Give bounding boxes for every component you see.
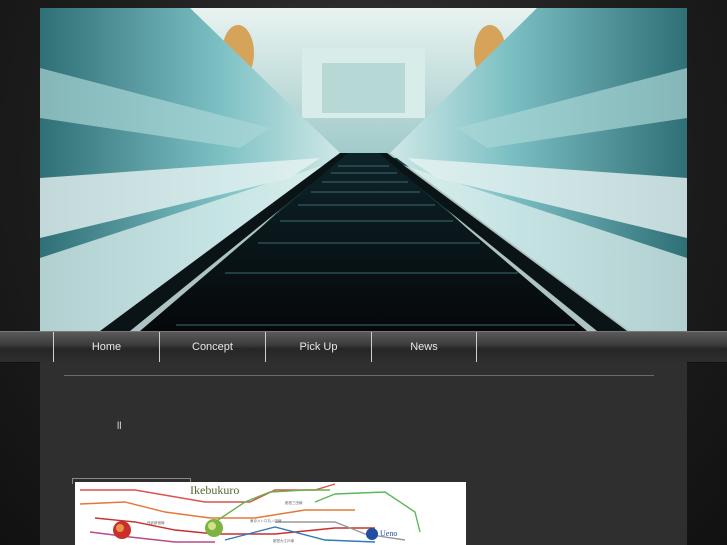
map-label-side: Ueno <box>380 529 398 538</box>
svg-text:東京メトロ丸ノ内線: 東京メトロ丸ノ内線 <box>250 518 282 523</box>
nav-item-concept[interactable]: Concept <box>159 332 265 362</box>
nav-item-label: Pick Up <box>299 341 338 353</box>
main-nav-bar: Home Concept Pick Up News <box>0 331 727 363</box>
svg-text:都営三田線: 都営三田線 <box>285 500 303 505</box>
content-panel: ll 西武新宿線 東京メトロ丸ノ内線 都営三田線 都営大江戸線 Ikebukur… <box>40 362 687 545</box>
nav-item-pick-up[interactable]: Pick Up <box>265 332 371 362</box>
svg-text:西武新宿線: 西武新宿線 <box>147 520 165 525</box>
content-divider <box>64 375 654 376</box>
nav-item-label: News <box>410 341 438 353</box>
svg-text:都営大江戸線: 都営大江戸線 <box>273 538 294 543</box>
nav-item-label: Home <box>91 341 122 353</box>
nav-item-label: Concept <box>192 341 233 353</box>
nav-item-home[interactable]: Home <box>53 332 159 362</box>
route-map-lines: 西武新宿線 東京メトロ丸ノ内線 都営三田線 都営大江戸線 <box>79 483 421 543</box>
nav-item-news[interactable]: News <box>371 332 477 362</box>
map-label-main: Ikebukuro <box>190 483 240 497</box>
content-marker: ll <box>117 421 122 432</box>
nav-list: Home Concept Pick Up News <box>53 332 477 362</box>
route-map-image[interactable]: 西武新宿線 東京メトロ丸ノ内線 都営三田線 都営大江戸線 Ikebukuro U… <box>75 482 466 545</box>
escalator-illustration <box>40 8 687 331</box>
hero-image <box>40 8 687 331</box>
